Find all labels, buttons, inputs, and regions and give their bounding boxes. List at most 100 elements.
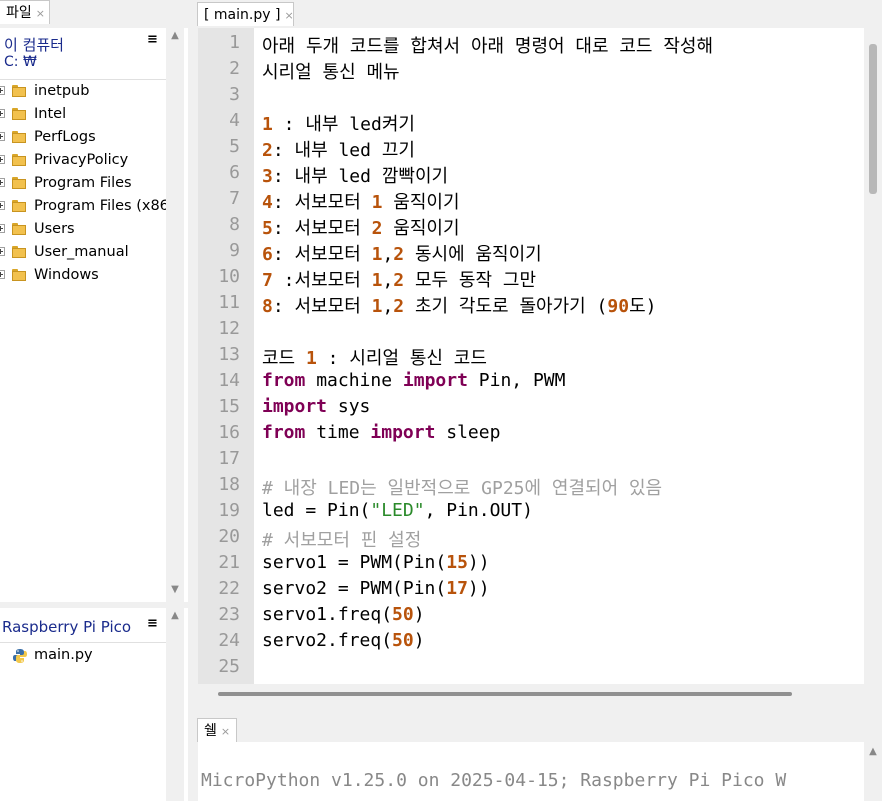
- code-line: servo1.freq(50): [262, 604, 425, 625]
- editor-vscrollbar[interactable]: [864, 28, 882, 684]
- shell-output-line: MicroPython v1.25.0 on 2025-04-15; Raspb…: [201, 770, 787, 791]
- close-icon[interactable]: ×: [36, 7, 45, 20]
- line-number: 4: [229, 110, 240, 131]
- code-token: 동시에 움직이기: [404, 244, 542, 265]
- line-number: 17: [218, 448, 240, 469]
- folder-item[interactable]: Program Files (x86): [0, 195, 175, 218]
- device-menu-icon[interactable]: ≡: [147, 616, 158, 631]
- code-token: : 서보모터: [272, 244, 372, 265]
- code-token: servo2.freq(: [262, 630, 393, 651]
- scroll-thumb[interactable]: [218, 692, 792, 696]
- code-token: ,: [382, 244, 394, 265]
- line-number: 25: [218, 656, 240, 677]
- folder-name: Windows: [34, 267, 99, 283]
- expand-icon[interactable]: [0, 224, 5, 233]
- folder-name: User_manual: [34, 244, 129, 260]
- close-icon[interactable]: ×: [284, 9, 293, 22]
- scroll-thumb[interactable]: [869, 44, 877, 194]
- code-line: 6: 서보모터 1,2 동시에 움직이기: [262, 240, 542, 266]
- expand-icon[interactable]: [0, 247, 5, 256]
- code-token: servo2 = PWM(Pin(: [262, 578, 447, 599]
- code-token: )): [467, 552, 490, 573]
- scroll-up-icon[interactable]: ▲: [166, 610, 184, 621]
- tab-shell[interactable]: 쉘 ×: [197, 718, 237, 742]
- line-number: 16: [218, 422, 240, 443]
- code-line: # 서보모터 핀 설정: [262, 526, 421, 552]
- folder-item[interactable]: User_manual: [0, 241, 166, 264]
- folder-item[interactable]: PrivacyPolicy: [0, 149, 166, 172]
- code-token: : 내부 led 깜빡이기: [272, 166, 449, 187]
- tab-files[interactable]: 파일 ×: [0, 0, 50, 24]
- folder-item[interactable]: Intel: [0, 103, 166, 126]
- code-token: 1: [305, 348, 317, 369]
- code-token: import: [402, 370, 468, 391]
- code-token: time: [305, 422, 371, 443]
- code-token: : 시리얼 통신 코드: [316, 348, 487, 369]
- code-token: ): [413, 604, 425, 625]
- code-line: servo2.freq(50): [262, 630, 425, 651]
- code-token: )): [467, 578, 490, 599]
- expand-icon[interactable]: [0, 270, 5, 279]
- folder-item[interactable]: PerfLogs: [0, 126, 166, 149]
- expand-icon[interactable]: [0, 155, 5, 164]
- shell-scrollbar[interactable]: ▲: [864, 742, 882, 801]
- line-number: 23: [218, 604, 240, 625]
- current-path: C: ₩: [4, 54, 37, 70]
- line-number: 7: [229, 188, 240, 209]
- editor-hscrollbar[interactable]: [198, 684, 864, 704]
- line-number: 3: [229, 84, 240, 105]
- code-token: 7: [262, 270, 273, 291]
- code-token: servo1.freq(: [262, 604, 393, 625]
- code-line: from time import sleep: [262, 422, 500, 443]
- shell-panel[interactable]: MicroPython v1.25.0 on 2025-04-15; Raspb…: [198, 742, 864, 801]
- scroll-down-icon[interactable]: ▼: [166, 584, 184, 595]
- python-file-icon: [13, 649, 27, 663]
- shell-output-line-cut: [201, 794, 341, 801]
- folder-icon: [12, 200, 26, 212]
- code-token: # 내장 LED는 일반적으로 GP25에 연결되어 있음: [262, 478, 663, 499]
- code-token: , Pin.OUT): [424, 500, 533, 521]
- folder-item[interactable]: Windows: [0, 264, 166, 287]
- expand-icon[interactable]: [0, 201, 5, 210]
- code-token: led = Pin(: [262, 500, 371, 521]
- tab-main-py[interactable]: [ main.py ] ×: [197, 2, 294, 26]
- code-token: 50: [392, 604, 414, 625]
- device-title: Raspberry Pi Pico: [2, 618, 132, 636]
- line-number: 6: [229, 162, 240, 183]
- list-item[interactable]: main.py: [12, 646, 162, 668]
- folder-icon: [12, 108, 26, 120]
- code-line: servo1 = PWM(Pin(15)): [262, 552, 490, 573]
- code-token: 시리얼 통신 메뉴: [262, 62, 400, 83]
- line-number: 9: [229, 240, 240, 261]
- folder-icon: [12, 154, 26, 166]
- expand-icon[interactable]: [0, 178, 5, 187]
- expand-icon[interactable]: [0, 132, 5, 141]
- tab-shell-label: 쉘: [204, 723, 217, 739]
- scroll-up-icon[interactable]: ▲: [864, 746, 882, 757]
- code-line: 7 :서보모터 1,2 모두 동작 그만: [262, 266, 536, 292]
- code-line: 3: 내부 led 깜빡이기: [262, 162, 448, 188]
- code-token: 90: [607, 296, 630, 317]
- folder-item[interactable]: Program Files: [0, 172, 166, 195]
- code-token: 2: [262, 140, 273, 161]
- expand-icon[interactable]: [0, 86, 5, 95]
- line-number: 2: [229, 58, 240, 79]
- folder-icon: [12, 269, 26, 281]
- code-token: : 서보모터: [272, 218, 372, 239]
- files-menu-icon[interactable]: ≡: [147, 32, 158, 47]
- code-line: 5: 서보모터 2 움직이기: [262, 214, 460, 240]
- line-number: 22: [218, 578, 240, 599]
- files-panel: 이 컴퓨터 ≡ C: ₩ inetpub Intel PerfLogs Privacy…: [0, 28, 188, 602]
- folder-item[interactable]: Users: [0, 218, 166, 241]
- code-token: 모두 동작 그만: [404, 270, 537, 291]
- code-line: led = Pin("LED", Pin.OUT): [262, 500, 533, 521]
- scroll-up-icon[interactable]: ▲: [166, 30, 184, 41]
- line-number: 14: [218, 370, 240, 391]
- expand-icon[interactable]: [0, 109, 5, 118]
- close-icon[interactable]: ×: [221, 725, 230, 738]
- folder-item[interactable]: inetpub: [0, 80, 166, 103]
- line-number: 18: [218, 474, 240, 495]
- files-scrollbar[interactable]: ▲ ▼: [166, 28, 184, 602]
- code-token: machine: [305, 370, 403, 391]
- device-scrollbar[interactable]: ▲: [166, 608, 184, 801]
